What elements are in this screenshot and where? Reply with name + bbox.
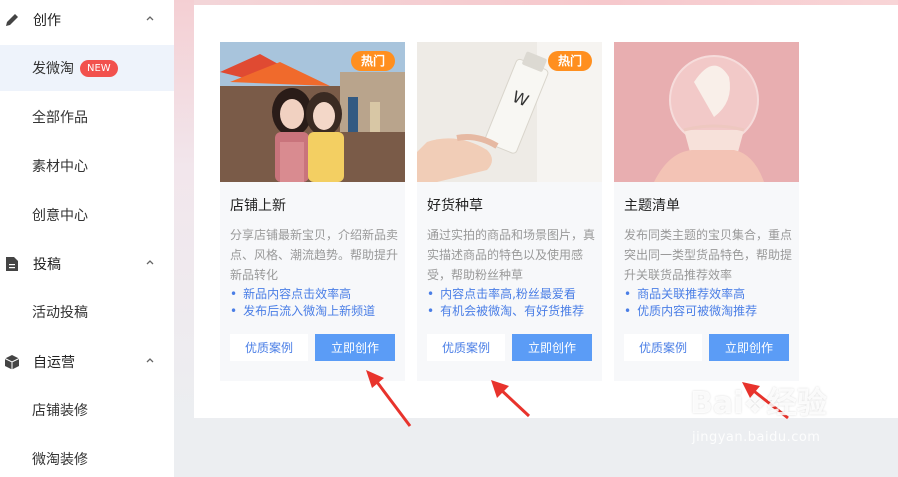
sidebar-item-label: 发微淘: [32, 61, 74, 77]
card-image[interactable]: W 热门: [417, 42, 602, 182]
card-title: 店铺上新: [230, 198, 286, 214]
card-feature-list: 新品内容点击效率高 发布后流入微淘上新频道: [230, 286, 375, 320]
hot-badge: 热门: [350, 51, 395, 71]
content-panel: 热门 店铺上新 分享店铺最新宝贝，介绍新品卖点、风格、潮流趋势。帮助提升新品转化…: [194, 5, 898, 418]
new-badge: NEW: [80, 59, 118, 77]
card-feature: 商品关联推荐效率高: [624, 286, 757, 303]
document-icon: [3, 255, 21, 273]
card-feature: 发布后流入微淘上新频道: [230, 303, 375, 320]
create-now-button[interactable]: 立即创作: [315, 334, 395, 361]
watermark-brand: Bai: [690, 386, 744, 421]
sidebar-item-all-works[interactable]: 全部作品: [0, 94, 174, 140]
card-description: 通过实拍的商品和场景图片，真实描述商品的特色以及使用感受，帮助粉丝种草: [427, 228, 596, 282]
card-description: 分享店铺最新宝贝，介绍新品卖点、风格、潮流趋势。帮助提升新品转化: [230, 228, 399, 282]
watermark-url: jingyan.baidu.com: [692, 430, 821, 445]
sidebar-group-create[interactable]: 创作: [0, 0, 174, 40]
annotation-arrow: [491, 380, 531, 418]
create-now-button[interactable]: 立即创作: [512, 334, 592, 361]
chevron-up-icon: [146, 16, 154, 21]
sidebar-group-label: 创作: [33, 13, 61, 29]
quality-case-button[interactable]: 优质案例: [624, 334, 702, 361]
sidebar-group-self-operation[interactable]: 自运营: [0, 342, 174, 382]
quality-case-button[interactable]: 优质案例: [427, 334, 505, 361]
create-now-button[interactable]: 立即创作: [709, 334, 789, 361]
card-feature: 新品内容点击效率高: [230, 286, 375, 303]
card-feature: 内容点击率高,粉丝最爱看: [427, 286, 584, 303]
sidebar-item-weitao-decoration[interactable]: 微淘装修: [0, 436, 174, 477]
card-feature: 优质内容可被微淘推荐: [624, 303, 757, 320]
sidebar-group-label: 投稿: [33, 257, 61, 273]
card-image[interactable]: [614, 42, 799, 182]
sidebar-item-label: 全部作品: [32, 110, 88, 126]
card-description: 发布同类主题的宝贝集合，重点突出同一类型货品特色，帮助提升关联货品推荐效率: [624, 228, 793, 282]
sidebar-item-label: 微淘装修: [32, 452, 88, 468]
paw-icon: ❖: [743, 390, 767, 420]
card-shop-new: 热门 店铺上新 分享店铺最新宝贝，介绍新品卖点、风格、潮流趋势。帮助提升新品转化…: [220, 42, 405, 381]
card-feature: 有机会被微淘、有好货推荐: [427, 303, 584, 320]
box-icon: [3, 353, 21, 371]
watermark-brand-cn: 经验: [766, 386, 827, 421]
sidebar-group-submit[interactable]: 投稿: [0, 244, 174, 284]
sidebar-item-activity-submit[interactable]: 活动投稿: [0, 289, 174, 335]
hot-badge: 热门: [547, 51, 592, 71]
banner-edge: [174, 0, 194, 418]
annotation-arrow: [366, 370, 412, 427]
card-good-recommend: W 热门 好货种草 通过实拍的商品和场景图片，真实描述商品的特色以及使用感受，帮…: [417, 42, 602, 381]
sidebar-item-label: 活动投稿: [32, 305, 88, 321]
sidebar-item-shop-decoration[interactable]: 店铺装修: [0, 387, 174, 433]
baidu-watermark: Bai❖经验 jingyan.baidu.com: [690, 378, 870, 458]
card-feature-list: 内容点击率高,粉丝最爱看 有机会被微淘、有好货推荐: [427, 286, 584, 320]
chevron-up-icon: [146, 358, 154, 363]
card-image[interactable]: 热门: [220, 42, 405, 182]
sidebar-item-publish[interactable]: 发微淘 NEW: [0, 45, 174, 91]
quality-case-button[interactable]: 优质案例: [230, 334, 308, 361]
sidebar-item-creative[interactable]: 创意中心: [0, 192, 174, 238]
sidebar-group-label: 自运营: [33, 355, 75, 371]
card-title: 主题清单: [624, 198, 680, 214]
pencil-icon: [3, 11, 21, 29]
card-title: 好货种草: [427, 198, 483, 214]
card-feature-list: 商品关联推荐效率高 优质内容可被微淘推荐: [624, 286, 757, 320]
sidebar-item-label: 素材中心: [32, 159, 88, 175]
card-theme-list: 主题清单 发布同类主题的宝贝集合，重点突出同一类型货品特色，帮助提升关联货品推荐…: [614, 42, 799, 381]
chevron-up-icon: [146, 260, 154, 265]
sidebar-item-label: 店铺装修: [32, 403, 88, 419]
sidebar-item-label: 创意中心: [32, 208, 88, 224]
sidebar-item-materials[interactable]: 素材中心: [0, 143, 174, 189]
sidebar: 创作 发微淘 NEW 全部作品 素材中心 创意中心 投稿 活动投稿 自运营 店铺…: [0, 0, 174, 477]
